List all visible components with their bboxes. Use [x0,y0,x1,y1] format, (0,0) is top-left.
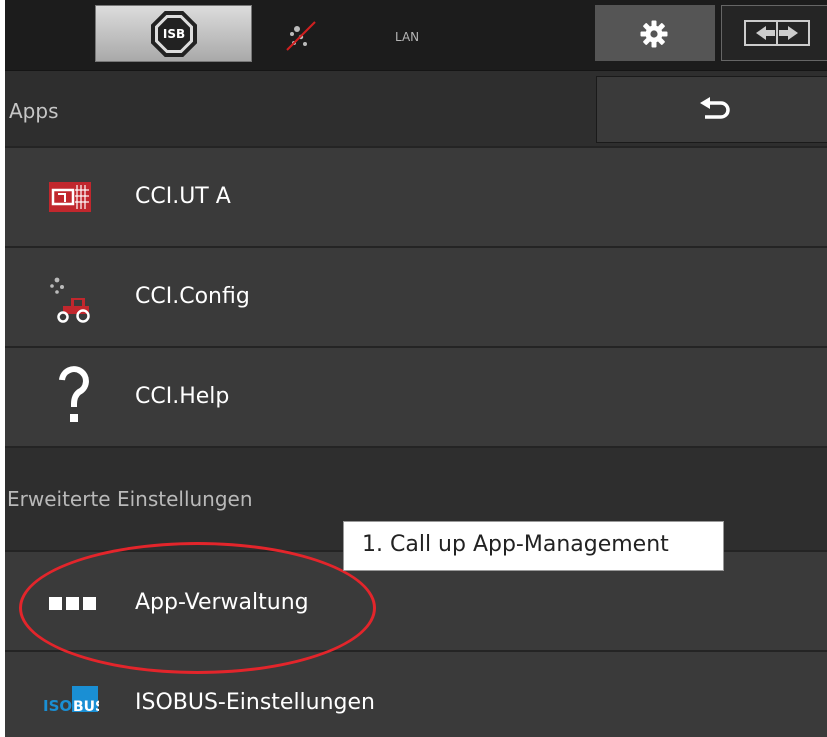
isb-button[interactable]: ISB [95,5,252,62]
isobus-icon: ISO BUS [43,676,105,716]
settings-label-isobus: ISOBUS-Einstellungen [135,690,376,715]
top-status-bar: ISB LAN [5,0,827,70]
gear-icon [640,20,668,48]
config-tractor-icon [49,274,95,328]
app-row-config[interactable]: CCI.Config [5,246,827,346]
back-button[interactable] [596,76,827,143]
app-label-help: CCI.Help [135,384,230,409]
annotation-callout: 1. Call up App-Management [343,521,724,571]
app-label-ut: CCI.UT A [135,184,231,209]
svg-text:BUS: BUS [73,699,99,712]
back-arrow-icon [700,97,730,119]
question-mark-icon [59,366,89,430]
app-label-config: CCI.Config [135,284,250,309]
settings-button[interactable] [595,5,715,61]
section-label-advanced: Erweiterte Einstellungen [7,487,253,511]
lan-status-label: LAN [395,30,420,44]
isb-label: ISB [158,18,190,50]
isb-stop-icon: ISB [151,11,197,57]
ut-terminal-icon [49,182,91,216]
app-row-ut[interactable]: CCI.UT A [5,146,827,246]
page-header: Apps [5,70,827,146]
switch-screen-icon [744,20,810,46]
gps-off-icon [285,20,317,52]
page-title: Apps [9,99,59,123]
app-row-help[interactable]: CCI.Help [5,346,827,446]
highlight-ring [19,542,376,674]
app-frame: ISB LAN Apps CCI.UT A CCI.Config CCI.Hel… [5,0,827,737]
switch-screen-button[interactable] [721,5,827,61]
svg-text:ISO: ISO [43,697,72,712]
